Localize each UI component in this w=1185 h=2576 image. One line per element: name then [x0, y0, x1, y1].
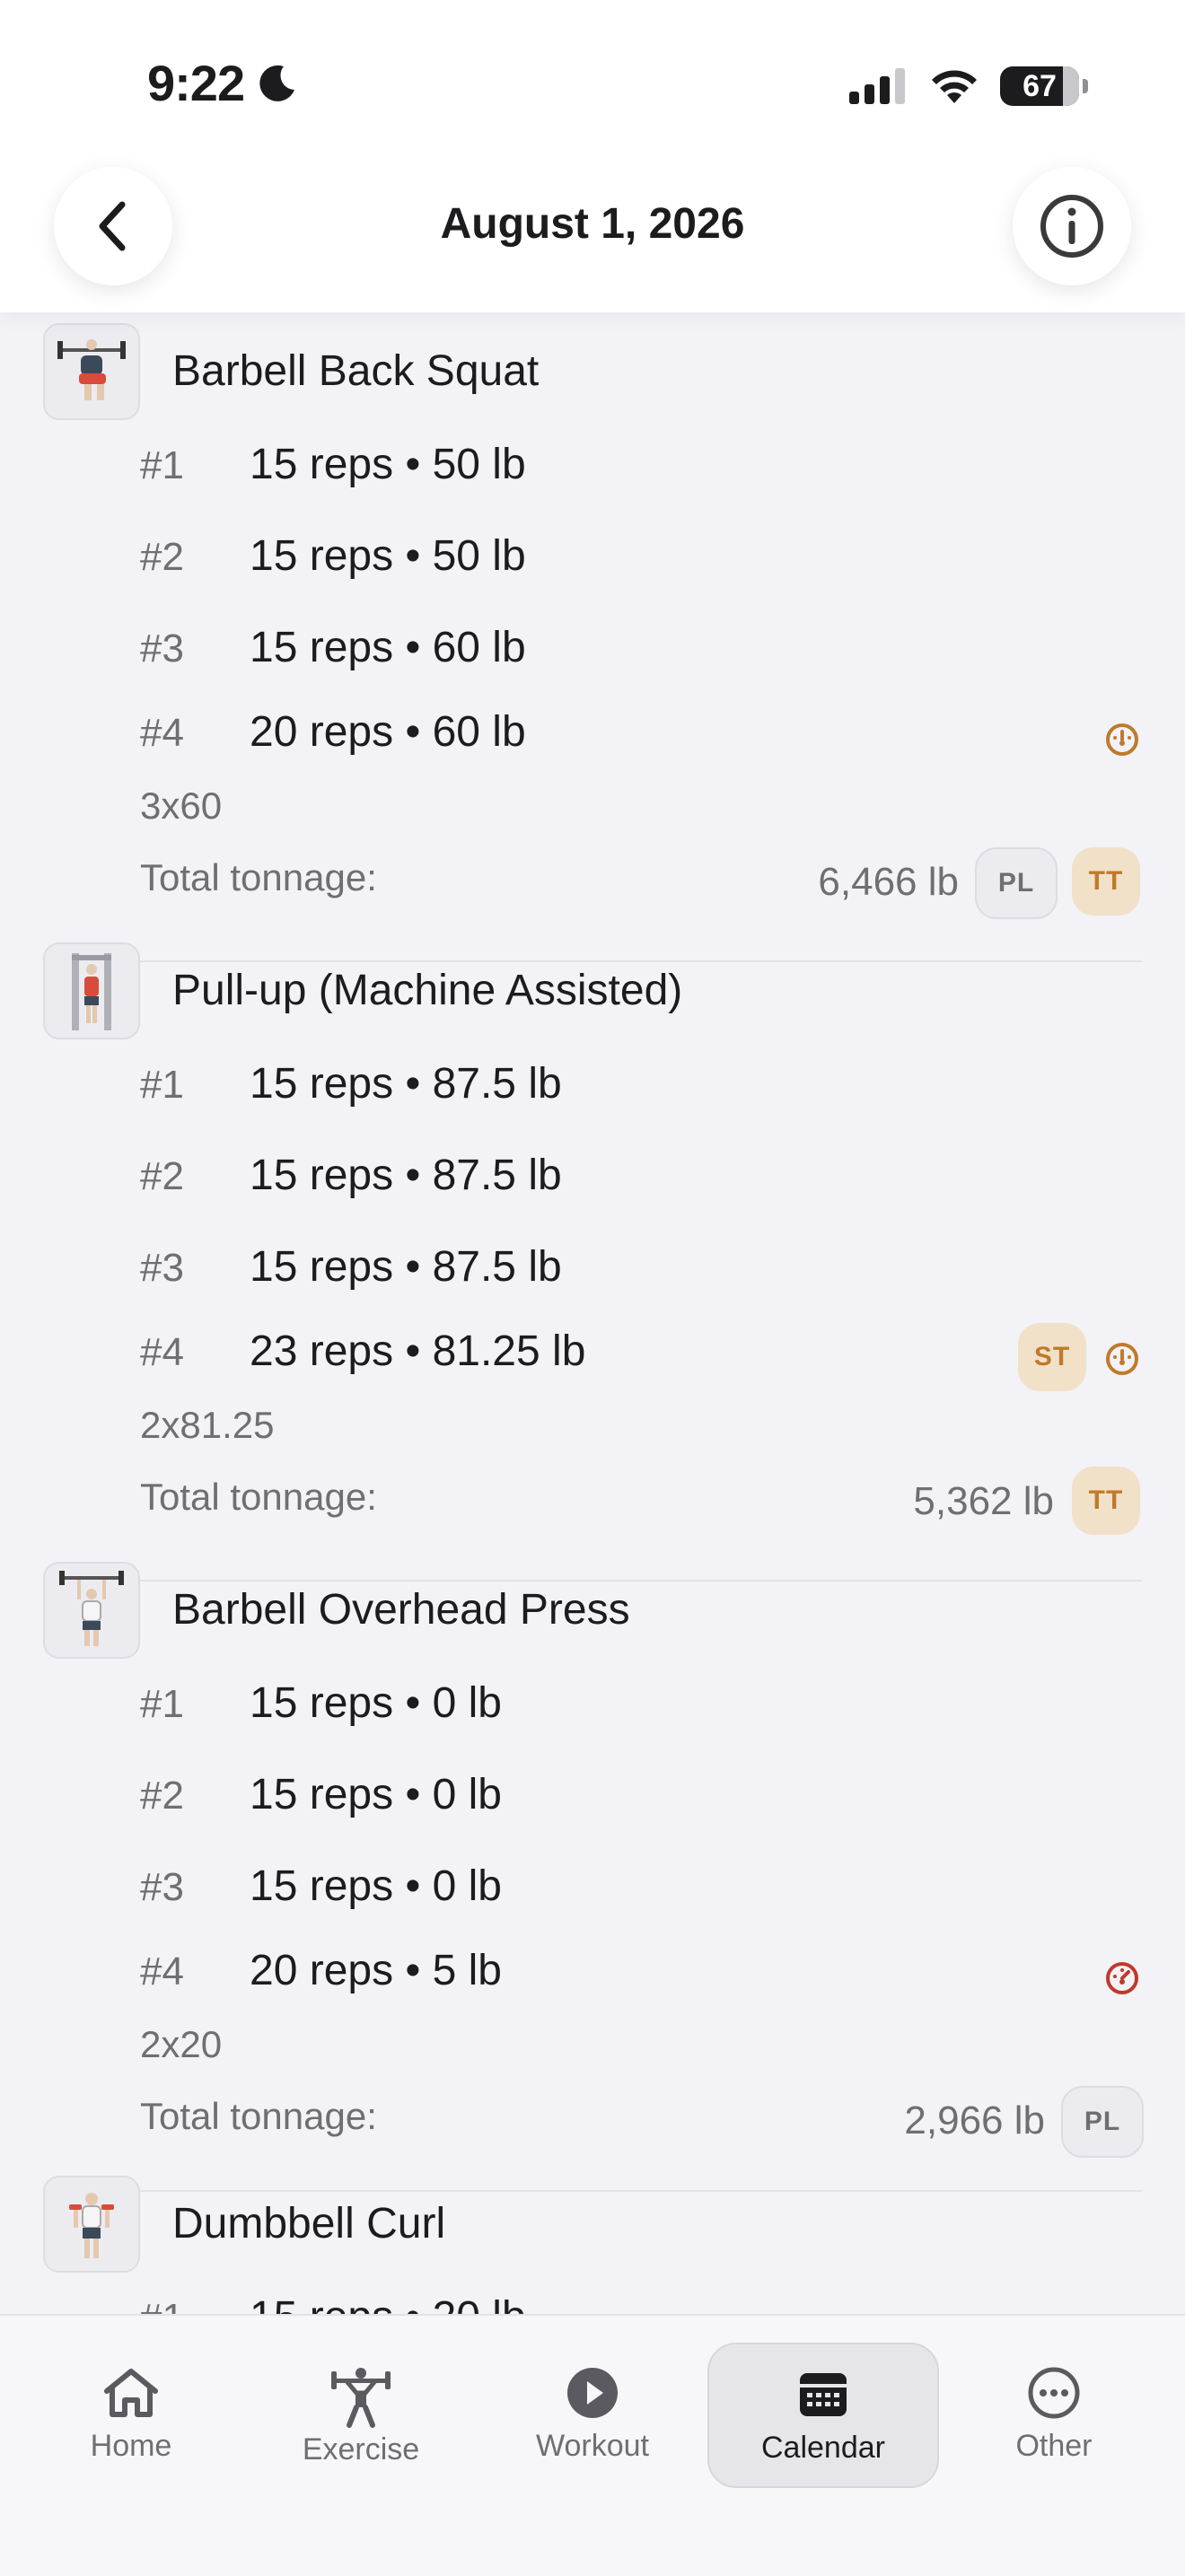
set-number: #2 [140, 1154, 184, 1198]
total-tonnage-label: Total tonnage: [140, 1476, 377, 1518]
badge-tt[interactable]: TT [1072, 847, 1140, 916]
set-number: #1 [140, 1063, 184, 1107]
calendar-icon [800, 2373, 847, 2416]
tab-label: Calendar [761, 2431, 885, 2465]
gauge-icon[interactable] [1104, 722, 1140, 758]
wifi-icon [932, 70, 977, 103]
set-summary: 2x81.25 [140, 1404, 275, 1446]
badge-pl[interactable]: PL [975, 847, 1058, 919]
exercise-thumbnail [43, 2176, 140, 2273]
total-tonnage-label: Total tonnage: [140, 2095, 377, 2137]
set-value: 15 reps • 87.5 lb [250, 1152, 562, 1199]
set-value: 15 reps • 50 lb [250, 532, 526, 580]
status-indicators: 67 [849, 66, 1088, 106]
set-number: #2 [140, 1774, 184, 1818]
set-number: #1 [140, 443, 184, 487]
exercise-card[interactable]: Pull-up (Machine Assisted) #1 15 reps • … [0, 942, 1185, 1582]
gauge-icon[interactable] [1104, 1341, 1140, 1377]
header: 9:22 67 August 1, 2026 [0, 0, 1185, 312]
set-value: 15 reps • 60 lb [250, 624, 526, 671]
exercise-name: Barbell Back Squat [172, 347, 540, 395]
tab-calendar[interactable]: Calendar [707, 2343, 939, 2488]
total-tonnage-value: 2,966 lb [904, 2098, 1045, 2142]
status-time: 9:22 [147, 55, 245, 111]
exercise-name: Dumbbell Curl [172, 2200, 446, 2247]
badge-st[interactable]: ST [1018, 1323, 1086, 1391]
ellipsis-circle-icon [1028, 2367, 1080, 2419]
set-value: 23 reps • 81.25 lb [250, 1327, 586, 1375]
set-summary: 3x60 [140, 784, 223, 827]
tab-other[interactable]: Other [955, 2350, 1153, 2484]
cellular-signal-icon [849, 68, 905, 104]
play-circle-icon [567, 2368, 618, 2418]
exercise-card[interactable]: Barbell Overhead Press #1 15 reps • 0 lb… [0, 1562, 1185, 2192]
total-tonnage-value: 5,362 lb [913, 1479, 1054, 1523]
set-number: #3 [140, 1865, 184, 1909]
badge-tt[interactable]: TT [1072, 1467, 1140, 1535]
exercise-thumbnail [43, 942, 140, 1039]
tab-home[interactable]: Home [32, 2350, 230, 2484]
tab-label: Exercise [302, 2432, 420, 2466]
house-icon [104, 2369, 158, 2417]
set-value: 15 reps • 0 lb [250, 1771, 502, 1818]
exercise-thumbnail [43, 323, 140, 420]
set-value: 15 reps • 0 lb [250, 1679, 502, 1727]
exercise-card[interactable]: Barbell Back Squat #1 15 reps • 50 lb #2… [0, 323, 1185, 962]
exercise-name: Barbell Overhead Press [172, 1586, 630, 1634]
set-number: #4 [140, 1330, 184, 1374]
tab-label: Other [1015, 2429, 1093, 2463]
badge-pl[interactable]: PL [1061, 2086, 1144, 2158]
set-value: 15 reps • 50 lb [250, 441, 526, 488]
set-number: #3 [140, 626, 184, 670]
set-number: #1 [140, 1682, 184, 1726]
set-value: 15 reps • 87.5 lb [250, 1060, 562, 1108]
gauge-icon[interactable] [1104, 1960, 1140, 1996]
tab-label: Home [90, 2429, 172, 2463]
weightlifter-icon [331, 2368, 391, 2428]
info-button[interactable] [1013, 167, 1131, 285]
total-tonnage-label: Total tonnage: [140, 856, 377, 898]
set-number: #4 [140, 711, 184, 755]
set-value: 20 reps • 60 lb [250, 708, 526, 756]
set-number: #2 [140, 535, 184, 579]
exercise-name: Pull-up (Machine Assisted) [172, 967, 683, 1014]
tab-workout[interactable]: Workout [494, 2350, 691, 2484]
tab-bar: Home Exercise Workout Calendar Other [0, 2314, 1185, 2576]
moon-icon [259, 65, 294, 101]
tab-label: Workout [536, 2429, 649, 2463]
set-number: #4 [140, 1950, 184, 1993]
total-tonnage-value: 6,466 lb [818, 860, 959, 904]
battery-indicator: 67 [1000, 66, 1088, 106]
tab-exercise[interactable]: Exercise [262, 2350, 460, 2484]
set-value: 15 reps • 0 lb [250, 1862, 502, 1910]
set-value: 15 reps • 87.5 lb [250, 1243, 562, 1291]
set-value: 20 reps • 5 lb [250, 1947, 502, 1994]
set-summary: 2x20 [140, 2023, 223, 2065]
battery-level: 67 [1023, 68, 1057, 103]
info-icon [1040, 195, 1103, 258]
set-number: #3 [140, 1246, 184, 1290]
page-title: August 1, 2026 [440, 200, 745, 248]
exercise-thumbnail [43, 1562, 140, 1659]
